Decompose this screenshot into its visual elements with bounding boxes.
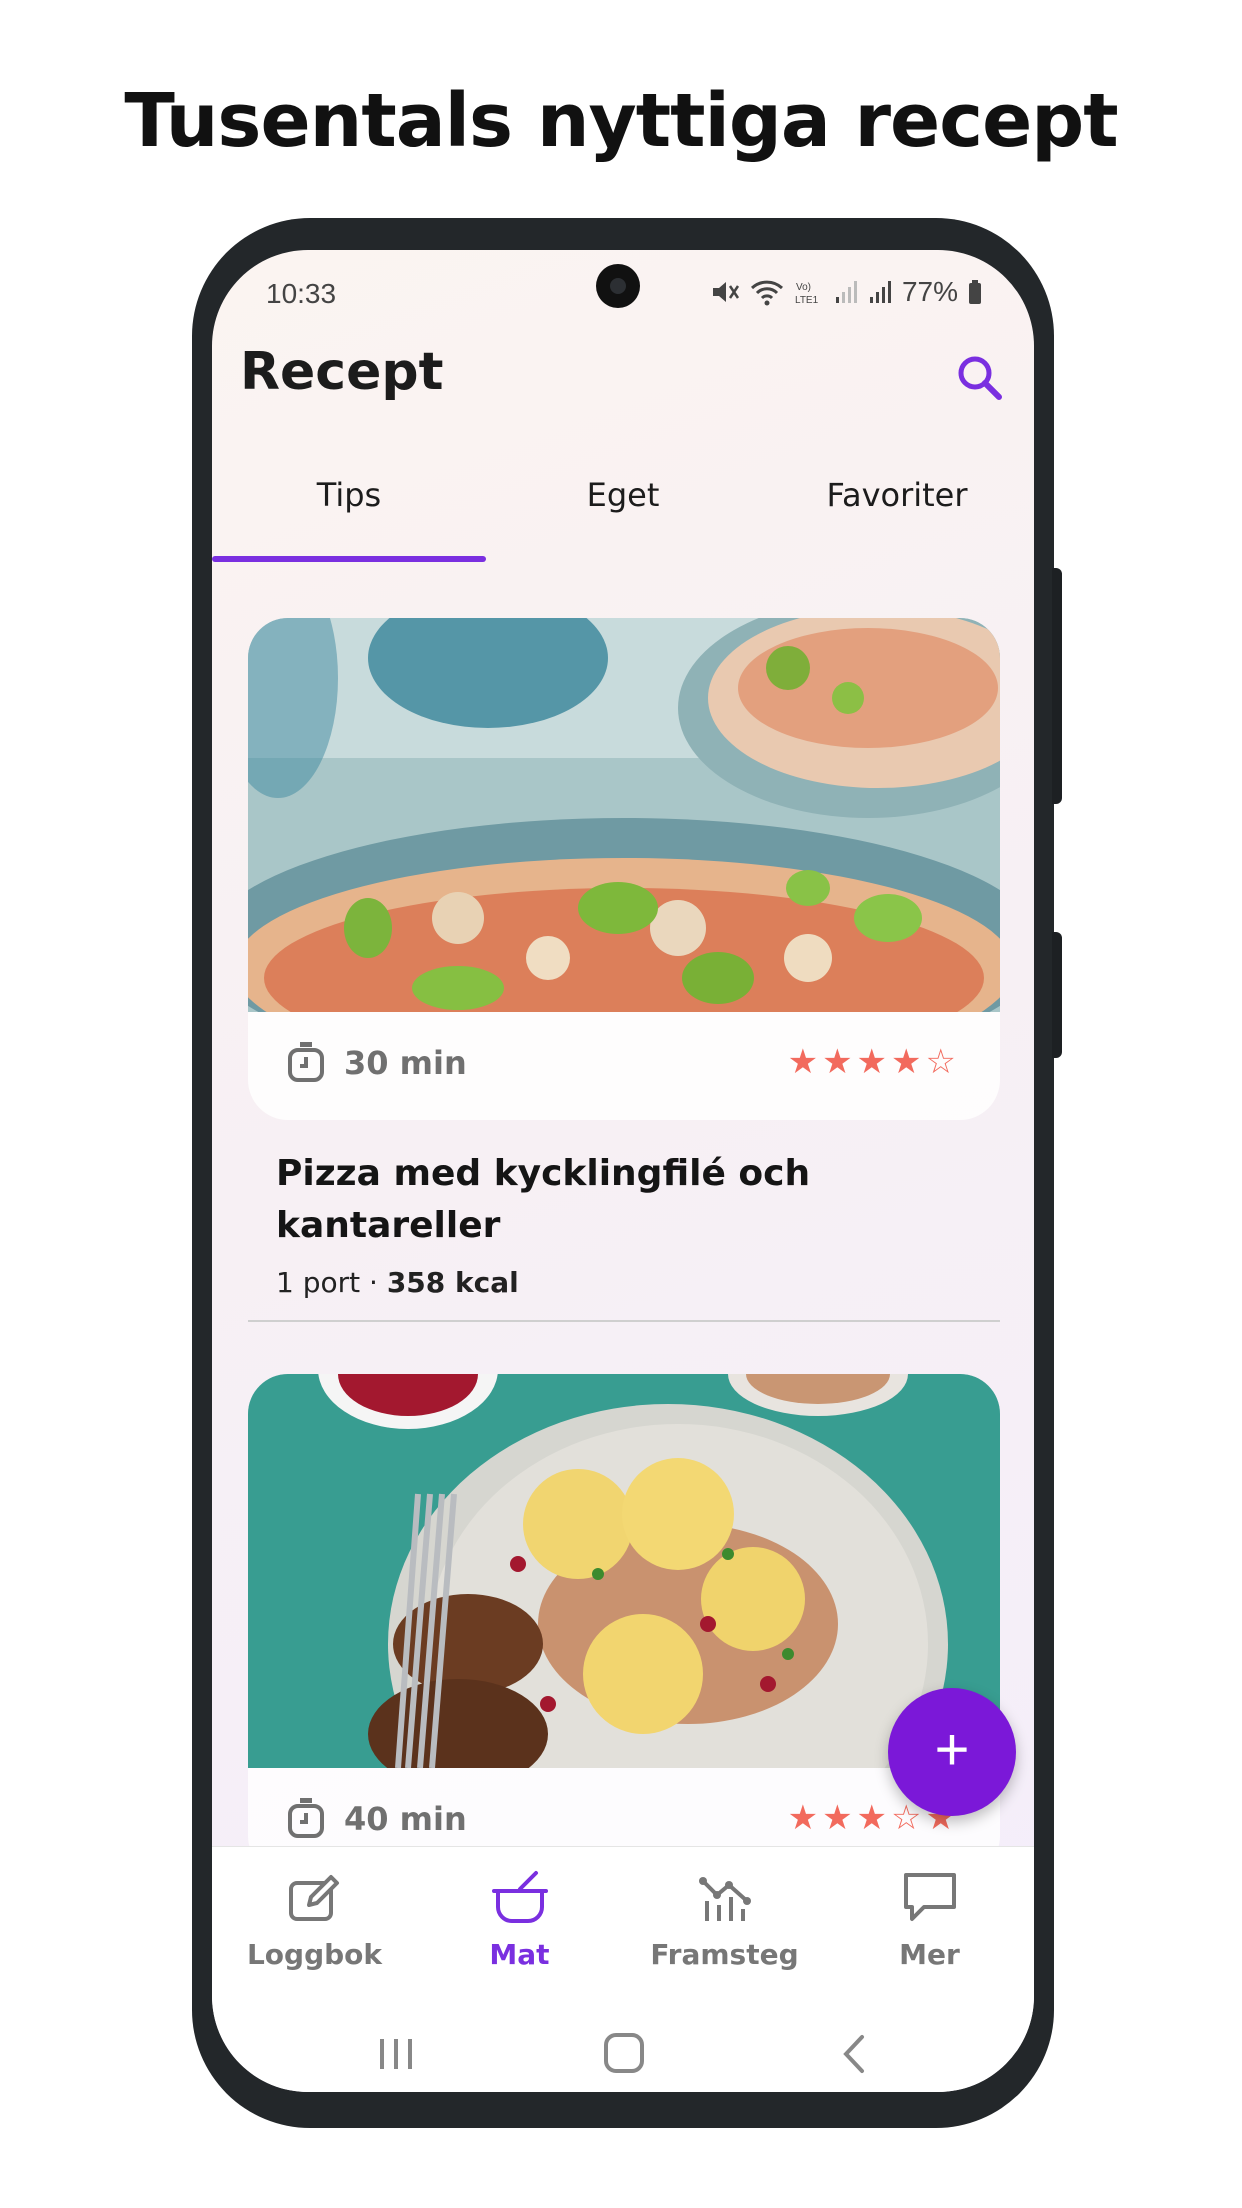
nav-item-loggbok[interactable]: Loggbok [212,1869,417,1971]
nav-label: Mer [899,1938,960,1971]
recipe-kcal: 358 kcal [386,1266,519,1299]
add-recipe-button[interactable]: + [888,1688,1016,1816]
rating-stars: ★★★★☆ [788,1042,960,1082]
chart-icon [698,1877,751,1921]
recipe-card[interactable]: 30 min ★★★★☆ Pizza med kycklingfilé och … [248,618,1000,1318]
edit-icon [288,1875,339,1921]
back-icon[interactable] [824,2029,884,2079]
star-icon: ★ [856,1799,892,1837]
tab-tips[interactable]: Tips [212,476,486,514]
card-divider [248,1320,1000,1322]
star-icon: ★ [822,1799,857,1837]
tab-bar: Tips Eget Favoriter [212,476,1034,568]
pizza-photo [248,618,1000,1012]
nav-item-framsteg[interactable]: Framsteg [622,1869,827,1971]
nav-item-mat[interactable]: Mat [417,1869,622,1971]
page-headline: Tusentals nyttiga recept [124,78,1118,164]
signal-icon-1 [835,281,857,303]
meatballs-photo [248,1374,1000,1768]
svg-text:Vo): Vo) [796,282,811,293]
status-icons: Vo) LTE1 77% [710,276,982,308]
wifi-icon [750,280,783,306]
home-icon[interactable] [594,2029,654,2079]
bottom-navigation: Loggbok Mat Framsteg Mer [212,1846,1034,2092]
recipe-portions: 1 port [276,1266,361,1299]
star-icon: ★ [856,1043,892,1081]
signal-icon-2 [869,281,891,303]
app-screen: 10:33 Vo) LTE1 77% Recept Tips Eget Favo… [212,250,1034,2092]
battery-percent: 77% [901,276,958,307]
tab-favoriter[interactable]: Favoriter [760,476,1034,514]
page-title: Recept [240,342,444,402]
mute-icon [712,282,739,302]
recipe-info: 1 port · 358 kcal [276,1266,519,1299]
star-icon: ★ [787,1043,823,1081]
phone-frame: 10:33 Vo) LTE1 77% Recept Tips Eget Favo… [192,218,1062,2128]
chat-icon [903,1873,956,1921]
power-button [1052,932,1062,1058]
nav-label: Mat [489,1938,550,1971]
active-tab-indicator [212,556,486,562]
front-camera [596,264,640,308]
nav-item-mer[interactable]: Mer [827,1869,1032,1971]
nav-label: Framsteg [650,1938,799,1971]
recent-apps-icon[interactable] [366,2029,426,2079]
cook-time: 30 min [344,1044,467,1082]
star-icon: ★ [822,1043,857,1081]
volte-icon: Vo) LTE1 [795,282,819,306]
search-icon [958,356,1002,400]
star-icon: ★ [787,1799,823,1837]
timer-icon [288,1042,324,1082]
recipe-photo [248,1374,1000,1768]
recipe-photo [248,618,1000,1012]
recipe-meta-bar: 30 min ★★★★☆ [248,1012,1000,1120]
timer-icon [288,1798,324,1838]
star-icon: ★ [891,1043,926,1081]
tab-eget[interactable]: Eget [486,476,760,514]
recipe-card[interactable]: 40 min ★★★☆★ [248,1374,1000,1876]
pot-icon [491,1871,548,1923]
battery-icon [969,280,981,304]
recipe-title[interactable]: Pizza med kycklingfilé och kantareller [276,1148,896,1252]
status-time: 10:33 [266,278,337,309]
nav-label: Loggbok [246,1938,383,1971]
volume-button [1052,568,1062,804]
svg-text:LTE1: LTE1 [795,295,819,306]
search-button[interactable] [952,350,1008,406]
cook-time: 40 min [344,1800,467,1838]
star-outline-icon: ☆ [925,1043,960,1081]
